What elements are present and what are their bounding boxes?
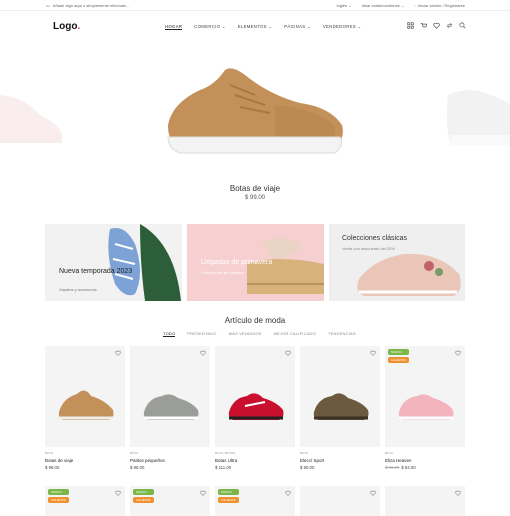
product-name[interactable]: Patitos pequeños (130, 458, 210, 463)
wishlist-heart-icon[interactable] (115, 490, 121, 496)
language-select[interactable]: Inglés ⌄ (336, 3, 351, 8)
wishlist-heart-icon[interactable] (115, 350, 121, 356)
user-icon: ◌ (414, 3, 417, 8)
badge-new: NUEVO (388, 349, 409, 355)
menu-item-paginas[interactable]: PÁGINAS ⌄ (284, 24, 311, 30)
banner-new-season[interactable]: Nueva temporada 2023 Zapatos y accesorio… (45, 224, 182, 301)
banner-title: Nueva temporada 2023 (59, 268, 133, 275)
tab-tendencias[interactable]: TENDENCIAS (328, 331, 356, 337)
banner-classic-collections[interactable]: Colecciones clásicas Venta con descuento… (329, 224, 465, 301)
banner-title: Colecciones clásicas (342, 235, 407, 242)
menu-item-elementos[interactable]: ELEMENTOS ⌄ (238, 24, 273, 30)
badge-hot: CALIENTE (133, 497, 154, 503)
badge-new: NUEVO (133, 489, 154, 495)
product-category: BOTA (300, 451, 308, 455)
wishlist-heart-icon[interactable] (285, 350, 291, 356)
currency-select[interactable]: dólar estadounidense ⌄ (362, 3, 405, 8)
heart-icon[interactable] (433, 22, 440, 29)
search-icon[interactable] (459, 22, 466, 29)
product-price: $ 111.00 (215, 465, 232, 470)
product-category: BOTA (130, 451, 138, 455)
product-price: $ 90.00 (300, 465, 315, 470)
top-bar: ▭ Añade algo aquí o simplemente elimínal… (0, 0, 510, 11)
hero-title[interactable]: Botas de viaje (0, 184, 510, 193)
product-name[interactable]: Eliza Heaven (385, 458, 465, 463)
product-category: BOTA (45, 451, 53, 455)
product-card[interactable]: BOTA Eleccí Sport $ 90.00 (300, 346, 380, 470)
logo[interactable]: Logo. (53, 21, 80, 32)
badge-new: NUEVO (48, 489, 69, 495)
product-card[interactable]: BOTA Patitos pequeños $ 95.00 (130, 346, 210, 470)
badge-hot: CALIENTE (388, 357, 409, 363)
section-title: Artículo de moda (224, 316, 286, 325)
old-price: $ 90.00 (385, 465, 400, 470)
product-card[interactable]: NUEVO CALIENTE (45, 486, 125, 516)
product-card[interactable] (385, 486, 465, 516)
product-image[interactable] (130, 346, 210, 447)
shoe-image (58, 390, 114, 420)
product-tabs: TODO PRESENTADO MÁS VENDIDOS MEJOR CALIF… (163, 331, 356, 337)
product-name[interactable]: Botas Ultra (215, 458, 295, 463)
product-price: $ 90.00 $ 82.00 (385, 465, 416, 470)
product-category: BOTA (385, 451, 393, 455)
tab-presentado[interactable]: PRESENTADO (187, 331, 216, 337)
product-card[interactable]: BOTA Botas de viaje $ 99.00 (45, 346, 125, 470)
banner-spring-arrivals[interactable]: Llegadas de primavera Colecciones de zap… (187, 224, 324, 301)
banner-subtitle: Zapatos y accesorios (59, 287, 97, 292)
wishlist-heart-icon[interactable] (200, 490, 206, 496)
product-card[interactable]: NUEVO CALIENTE BOTA Eliza Heaven $ 90.00… (385, 346, 465, 470)
tab-mejor-calificado[interactable]: MEJOR CALIFICADO (274, 331, 316, 337)
tab-mas-vendidos[interactable]: MÁS VENDIDOS (229, 331, 262, 337)
product-image[interactable]: NUEVO CALIENTE (385, 346, 465, 447)
grid-icon[interactable] (407, 22, 414, 29)
badge-hot: CALIENTE (218, 497, 239, 503)
product-card[interactable] (300, 486, 380, 516)
product-image[interactable] (45, 346, 125, 447)
product-card[interactable]: BOTA / BOTAS Botas Ultra $ 111.00 (215, 346, 295, 470)
menu-item-comercio[interactable]: COMERCIO ⌄ (194, 24, 225, 30)
product-name[interactable]: Botas de viaje (45, 458, 125, 463)
menu-item-hogar[interactable]: HOGAR (165, 24, 183, 30)
banner-subtitle: Venta con descuento del 20% (342, 246, 395, 251)
product-category: BOTA / BOTAS (215, 451, 236, 455)
badge-new: NUEVO (218, 489, 239, 495)
shoe-image (143, 394, 199, 420)
product-name[interactable]: Eleccí Sport (300, 458, 380, 463)
product-image[interactable] (215, 346, 295, 447)
banner-subtitle: Colecciones de zapatos (201, 270, 244, 275)
tab-todo[interactable]: TODO (163, 331, 176, 337)
badge-hot: CALIENTE (48, 497, 69, 503)
hero-price: $ 99.00 (244, 195, 266, 201)
shoe-image (313, 393, 369, 420)
wishlist-heart-icon[interactable] (285, 490, 291, 496)
product-image[interactable] (300, 346, 380, 447)
wishlist-heart-icon[interactable] (455, 490, 461, 496)
login-link[interactable]: ◌ Iniciar sesión / Registrarse (414, 3, 465, 8)
wishlist-heart-icon[interactable] (455, 350, 461, 356)
main-shoe-image (167, 68, 343, 154)
compare-icon[interactable] (446, 22, 453, 29)
promo-text: Añade algo aquí o simplemente elimínalo.… (52, 3, 130, 8)
main-nav: Logo. HOGAR COMERCIO ⌄ ELEMENTOS ⌄ PÁGIN… (0, 17, 510, 37)
hero-shoes (0, 68, 510, 154)
wishlist-heart-icon[interactable] (370, 350, 376, 356)
product-price: $ 99.00 (45, 465, 60, 470)
hero-slider[interactable] (0, 45, 510, 205)
banner-title: Llegadas de primavera (201, 259, 273, 266)
product-price: $ 95.00 (130, 465, 145, 470)
cart-icon[interactable] (420, 22, 427, 29)
menu-item-vendedores[interactable]: VENDEDORES ⌄ (323, 24, 362, 30)
shoe-image (228, 393, 284, 420)
product-card[interactable]: NUEVO CALIENTE (215, 486, 295, 516)
wishlist-heart-icon[interactable] (200, 350, 206, 356)
product-card[interactable]: NUEVO CALIENTE (130, 486, 210, 516)
promo-icon: ▭ (46, 3, 50, 8)
wishlist-heart-icon[interactable] (370, 490, 376, 496)
